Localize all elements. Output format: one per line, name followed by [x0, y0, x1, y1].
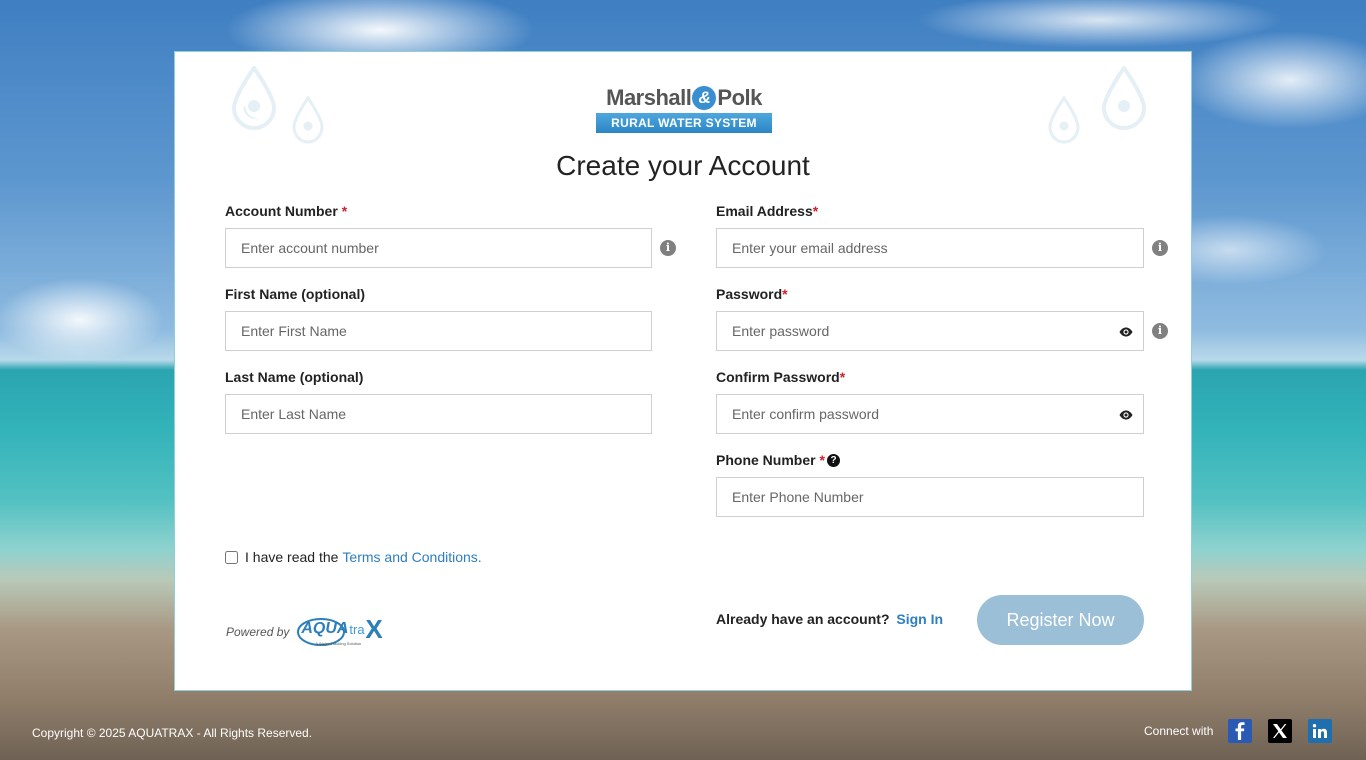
account-number-label: Account Number *: [225, 203, 348, 219]
registration-card: Marshall & Polk RURAL WATER SYSTEM Creat…: [174, 51, 1192, 691]
confirm-password-label: Confirm Password*: [716, 369, 846, 385]
password-input[interactable]: [716, 311, 1144, 351]
terms-checkbox[interactable]: [225, 550, 238, 564]
first-name-label: First Name (optional): [225, 286, 366, 302]
question-icon[interactable]: ?: [827, 454, 840, 467]
social-links: Connect with: [1144, 719, 1333, 743]
required-marker: *: [812, 203, 819, 219]
required-marker: *: [782, 286, 788, 302]
last-name-label: Last Name (optional): [225, 369, 364, 385]
confirm-password-input[interactable]: [716, 394, 1144, 434]
info-icon[interactable]: i: [660, 240, 676, 256]
terms-row: I have read the Terms and Conditions.: [225, 549, 482, 565]
last-name-input[interactable]: [225, 394, 652, 434]
logo-subtitle: RURAL WATER SYSTEM: [596, 113, 772, 133]
water-drop-icon: [1101, 66, 1147, 130]
terms-text: I have read the: [245, 549, 339, 565]
aquatrax-logo-aqua: AQUA: [301, 620, 349, 637]
facebook-icon[interactable]: [1228, 719, 1253, 743]
account-number-input[interactable]: [225, 228, 652, 268]
info-icon[interactable]: i: [1152, 240, 1168, 256]
page-title: Create your Account: [556, 150, 810, 181]
powered-by-text: Powered by: [226, 625, 290, 639]
email-label: Email Address*: [716, 203, 819, 219]
aquatrax-logo-tra: tra: [349, 622, 365, 637]
first-name-input[interactable]: [225, 311, 652, 351]
copyright-text: Copyright © 2025 AQUATRAX - All Rights R…: [32, 726, 313, 740]
aquatrax-logo-x: X: [365, 614, 383, 644]
brand-logo: Marshall & Polk RURAL WATER SYSTEM: [596, 83, 772, 135]
terms-link[interactable]: Terms and Conditions.: [342, 549, 481, 565]
aquatrax-tagline: A Water Tracking Solution: [315, 641, 362, 646]
water-drop-icon: [1048, 96, 1080, 144]
required-marker: *: [839, 369, 846, 385]
required-marker: *: [819, 452, 825, 468]
required-marker: *: [341, 203, 348, 219]
x-icon[interactable]: [1268, 719, 1293, 743]
aquatrax-logo: AQUA tra X A Water Tracking Solution: [297, 614, 387, 648]
signin-prompt: Already have an account?: [716, 611, 890, 627]
connect-label: Connect with: [1144, 724, 1214, 738]
info-icon[interactable]: i: [1152, 323, 1168, 339]
linkedin-icon[interactable]: [1308, 719, 1333, 743]
logo-text-right: Polk: [717, 85, 762, 110]
signin-link[interactable]: Sign In: [896, 611, 943, 627]
email-input[interactable]: [716, 228, 1144, 268]
logo-text-left: Marshall: [606, 85, 692, 110]
eye-icon[interactable]: [1119, 410, 1133, 420]
signin-row: Already have an account? Sign In: [716, 611, 943, 627]
password-label: Password*: [716, 286, 788, 302]
logo-ampersand: &: [692, 86, 717, 110]
eye-icon[interactable]: [1119, 327, 1133, 337]
water-drop-icon: [292, 96, 324, 144]
water-drop-icon: [231, 66, 277, 130]
powered-by: Powered by AQUA tra X A Water Tracking S…: [226, 614, 387, 648]
register-button[interactable]: Register Now: [977, 595, 1144, 645]
phone-label: Phone Number *: [716, 452, 825, 468]
phone-input[interactable]: [716, 477, 1144, 517]
